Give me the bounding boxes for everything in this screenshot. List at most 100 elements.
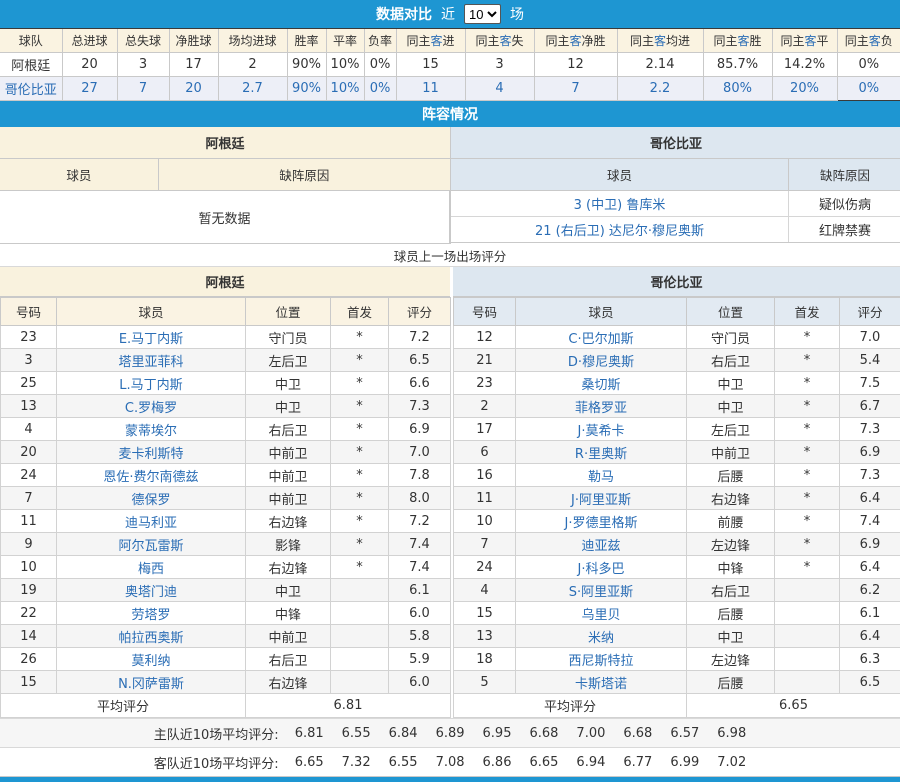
comparison-header-cell: 净胜球 bbox=[169, 29, 218, 53]
player-rating: 6.9 bbox=[389, 418, 451, 441]
team-name-cell[interactable]: 阿根廷 bbox=[0, 53, 62, 77]
player-position: 右边锋 bbox=[687, 487, 775, 510]
average-rating-value: 6.65 bbox=[687, 694, 900, 718]
ratings-away-table: 号码球员位置首发评分 12C·巴尔加斯守门员*7.021D·穆尼奥斯右后卫*5.… bbox=[453, 297, 900, 718]
comparison-header-cell: 同主客均进 bbox=[617, 29, 703, 53]
player-rating: 7.8 bbox=[389, 464, 451, 487]
player-name-link[interactable]: 阿尔瓦雷斯 bbox=[57, 533, 246, 556]
player-name-link[interactable]: 菲格罗亚 bbox=[516, 395, 687, 418]
stat-cell: 27 bbox=[62, 77, 117, 101]
starter-mark: * bbox=[331, 487, 389, 510]
player-rating: 6.4 bbox=[840, 487, 900, 510]
data-comparison-page: 数据对比 近 10 场 球队总进球总失球净胜球场均进球胜率平率负率同主客进同主客… bbox=[0, 0, 900, 782]
absent-player-link[interactable]: 3 (中卫) 鲁库米 bbox=[451, 191, 789, 216]
player-name-link[interactable]: J·莫希卡 bbox=[516, 418, 687, 441]
player-name-link[interactable]: 劳塔罗 bbox=[57, 602, 246, 625]
player-row: 11迪马利亚右边锋*7.2 bbox=[1, 510, 451, 533]
player-name-link[interactable]: 桑切斯 bbox=[516, 372, 687, 395]
starter-mark bbox=[331, 625, 389, 648]
player-row: 19奥塔门迪中卫6.1 bbox=[1, 579, 451, 602]
player-name-link[interactable]: 麦卡利斯特 bbox=[57, 441, 246, 464]
comparison-header-cell: 同主客净胜 bbox=[534, 29, 617, 53]
player-number: 21 bbox=[454, 349, 516, 372]
history-rating-value: 7.32 bbox=[342, 755, 371, 770]
player-number: 23 bbox=[454, 372, 516, 395]
ratings-home-header-row: 号码球员位置首发评分 bbox=[1, 298, 451, 326]
lineup-home: 阿根廷 球员 缺阵原因 暂无数据 bbox=[0, 127, 451, 244]
recent-matches-select[interactable]: 10 bbox=[464, 4, 501, 24]
player-rating: 5.4 bbox=[840, 349, 900, 372]
stat-cell: 90% bbox=[287, 53, 326, 77]
player-name-link[interactable]: J·罗德里格斯 bbox=[516, 510, 687, 533]
ratings-home-table: 号码球员位置首发评分 23E.马丁内斯守门员*7.23塔里亚菲科左后卫*6.52… bbox=[0, 297, 451, 718]
player-rating: 7.4 bbox=[389, 556, 451, 579]
average-rating-label: 平均评分 bbox=[454, 694, 687, 718]
player-name-link[interactable]: J·阿里亚斯 bbox=[516, 487, 687, 510]
team-name-cell[interactable]: 哥伦比亚 bbox=[0, 77, 62, 101]
player-name-link[interactable]: S·阿里亚斯 bbox=[516, 579, 687, 602]
comparison-header-cell: 同主客负 bbox=[837, 29, 900, 53]
stat-cell: 10% bbox=[326, 77, 364, 101]
player-name-link[interactable]: 迪亚兹 bbox=[516, 533, 687, 556]
player-rating: 7.4 bbox=[840, 510, 900, 533]
player-row: 23E.马丁内斯守门员*7.2 bbox=[1, 326, 451, 349]
player-name-link[interactable]: 西尼斯特拉 bbox=[516, 648, 687, 671]
player-name-link[interactable]: N.冈萨雷斯 bbox=[57, 671, 246, 694]
player-number: 2 bbox=[454, 395, 516, 418]
matches-suffix-label: 场 bbox=[510, 4, 524, 24]
player-position: 后腰 bbox=[687, 671, 775, 694]
comparison-header-cell: 平率 bbox=[326, 29, 364, 53]
player-name-link[interactable]: 奥塔门迪 bbox=[57, 579, 246, 602]
section-title-lineup: 阵容情况 bbox=[422, 104, 478, 124]
highlight-away-char: 客 bbox=[804, 34, 816, 48]
player-name-link[interactable]: J·科多巴 bbox=[516, 556, 687, 579]
player-name-link[interactable]: 帕拉西奥斯 bbox=[57, 625, 246, 648]
comparison-header-cell: 同主客平 bbox=[772, 29, 837, 53]
ratings-column-header: 评分 bbox=[389, 298, 451, 326]
player-name-link[interactable]: 乌里贝 bbox=[516, 602, 687, 625]
player-name-link[interactable]: E.马丁内斯 bbox=[57, 326, 246, 349]
history-rating-value: 6.94 bbox=[576, 755, 605, 770]
starter-mark: * bbox=[331, 464, 389, 487]
stat-cell: 12 bbox=[534, 53, 617, 77]
player-name-link[interactable]: 塔里亚菲科 bbox=[57, 349, 246, 372]
player-name-link[interactable]: R·里奥斯 bbox=[516, 441, 687, 464]
player-name-link[interactable]: C.罗梅罗 bbox=[57, 395, 246, 418]
player-name-link[interactable]: 莫利纳 bbox=[57, 648, 246, 671]
history-rating-value: 6.68 bbox=[529, 726, 558, 741]
player-row: 14帕拉西奥斯中前卫5.8 bbox=[1, 625, 451, 648]
player-row: 26莫利纳右后卫5.9 bbox=[1, 648, 451, 671]
player-name-link[interactable]: 勒马 bbox=[516, 464, 687, 487]
ratings-column-header: 位置 bbox=[687, 298, 775, 326]
history-rating-value: 7.02 bbox=[717, 755, 746, 770]
player-number: 15 bbox=[1, 671, 57, 694]
ratings-away-team-name: 哥伦比亚 bbox=[453, 267, 900, 297]
lineup-player-header: 球员 bbox=[0, 159, 159, 190]
player-name-link[interactable]: 德保罗 bbox=[57, 487, 246, 510]
player-name-link[interactable]: L.马丁内斯 bbox=[57, 372, 246, 395]
lineup-reason-header: 缺阵原因 bbox=[789, 159, 900, 190]
absent-player-link[interactable]: 21 (右后卫) 达尼尔·穆尼奥斯 bbox=[451, 217, 789, 242]
player-name-link[interactable]: D·穆尼奥斯 bbox=[516, 349, 687, 372]
starter-mark: * bbox=[775, 464, 840, 487]
player-rating: 7.3 bbox=[840, 418, 900, 441]
player-name-link[interactable]: C·巴尔加斯 bbox=[516, 326, 687, 349]
lineup-tables: 阿根廷 球员 缺阵原因 暂无数据 哥伦比亚 球员 缺阵原因 3 (中卫) 鲁库米… bbox=[0, 127, 900, 244]
player-name-link[interactable]: 米纳 bbox=[516, 625, 687, 648]
stat-cell: 0% bbox=[364, 77, 396, 101]
player-name-link[interactable]: 迪马利亚 bbox=[57, 510, 246, 533]
ratings-section-title: 球员上一场出场评分 bbox=[0, 244, 900, 267]
player-row: 6R·里奥斯中前卫*6.9 bbox=[454, 441, 900, 464]
starter-mark: * bbox=[775, 533, 840, 556]
player-name-link[interactable]: 梅西 bbox=[57, 556, 246, 579]
player-name-link[interactable]: 蒙蒂埃尔 bbox=[57, 418, 246, 441]
player-rating: 6.0 bbox=[389, 671, 451, 694]
player-name-link[interactable]: 卡斯塔诺 bbox=[516, 671, 687, 694]
player-rating: 6.5 bbox=[840, 671, 900, 694]
player-row: 18西尼斯特拉左边锋6.3 bbox=[454, 648, 900, 671]
ratings-column-header: 评分 bbox=[840, 298, 900, 326]
starter-mark bbox=[775, 625, 840, 648]
absence-row: 3 (中卫) 鲁库米疑似伤病 bbox=[451, 191, 900, 217]
away-history-label: 客队近10场平均评分: bbox=[154, 753, 279, 772]
player-name-link[interactable]: 恩佐·费尔南德兹 bbox=[57, 464, 246, 487]
